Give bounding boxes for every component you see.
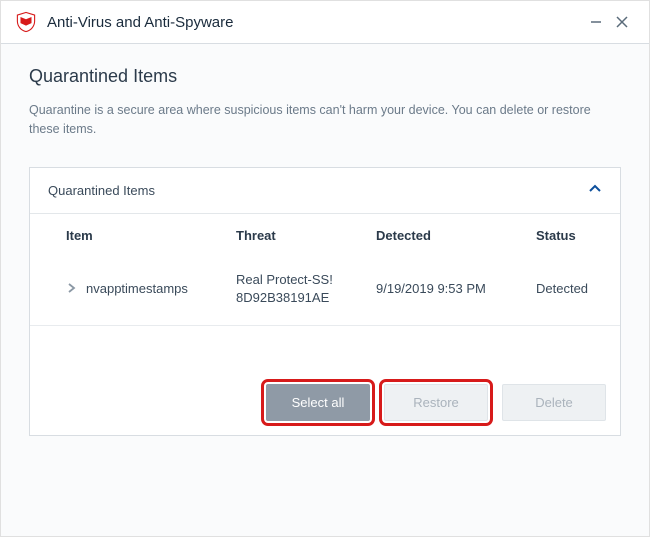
action-bar: Select all Restore Delete — [30, 370, 620, 435]
content-area: Quarantined Items Quarantine is a secure… — [1, 44, 649, 536]
cell-threat: Real Protect-SS! 8D92B38191AE — [236, 271, 376, 307]
table-header: Item Threat Detected Status — [30, 214, 620, 257]
panel-spacer — [30, 326, 620, 370]
col-status: Status — [536, 228, 598, 243]
chevron-up-icon — [588, 182, 602, 199]
window-title: Anti-Virus and Anti-Spyware — [47, 14, 583, 31]
restore-button[interactable]: Restore — [384, 384, 488, 421]
threat-line1: Real Protect-SS! — [236, 271, 376, 289]
cell-item: nvapptimestamps — [66, 281, 236, 296]
page-title: Quarantined Items — [29, 66, 621, 87]
threat-line2: 8D92B38191AE — [236, 289, 376, 307]
chevron-right-icon[interactable] — [66, 282, 76, 296]
delete-button[interactable]: Delete — [502, 384, 606, 421]
select-all-button[interactable]: Select all — [266, 384, 370, 421]
panel-header[interactable]: Quarantined Items — [30, 168, 620, 214]
minimize-button[interactable] — [583, 9, 609, 35]
table-row[interactable]: nvapptimestamps Real Protect-SS! 8D92B38… — [30, 257, 620, 326]
quarantine-panel: Quarantined Items Item Threat Detected S… — [29, 167, 621, 436]
cell-status: Detected — [536, 281, 598, 296]
col-detected: Detected — [376, 228, 536, 243]
mcafee-shield-icon — [15, 11, 37, 33]
item-name: nvapptimestamps — [86, 281, 188, 296]
col-item: Item — [66, 228, 236, 243]
cell-detected: 9/19/2019 9:53 PM — [376, 281, 536, 296]
panel-header-label: Quarantined Items — [48, 183, 588, 198]
close-button[interactable] — [609, 9, 635, 35]
page-description: Quarantine is a secure area where suspic… — [29, 101, 621, 139]
titlebar: Anti-Virus and Anti-Spyware — [1, 1, 649, 44]
col-threat: Threat — [236, 228, 376, 243]
app-window: Anti-Virus and Anti-Spyware Quarantined … — [0, 0, 650, 537]
